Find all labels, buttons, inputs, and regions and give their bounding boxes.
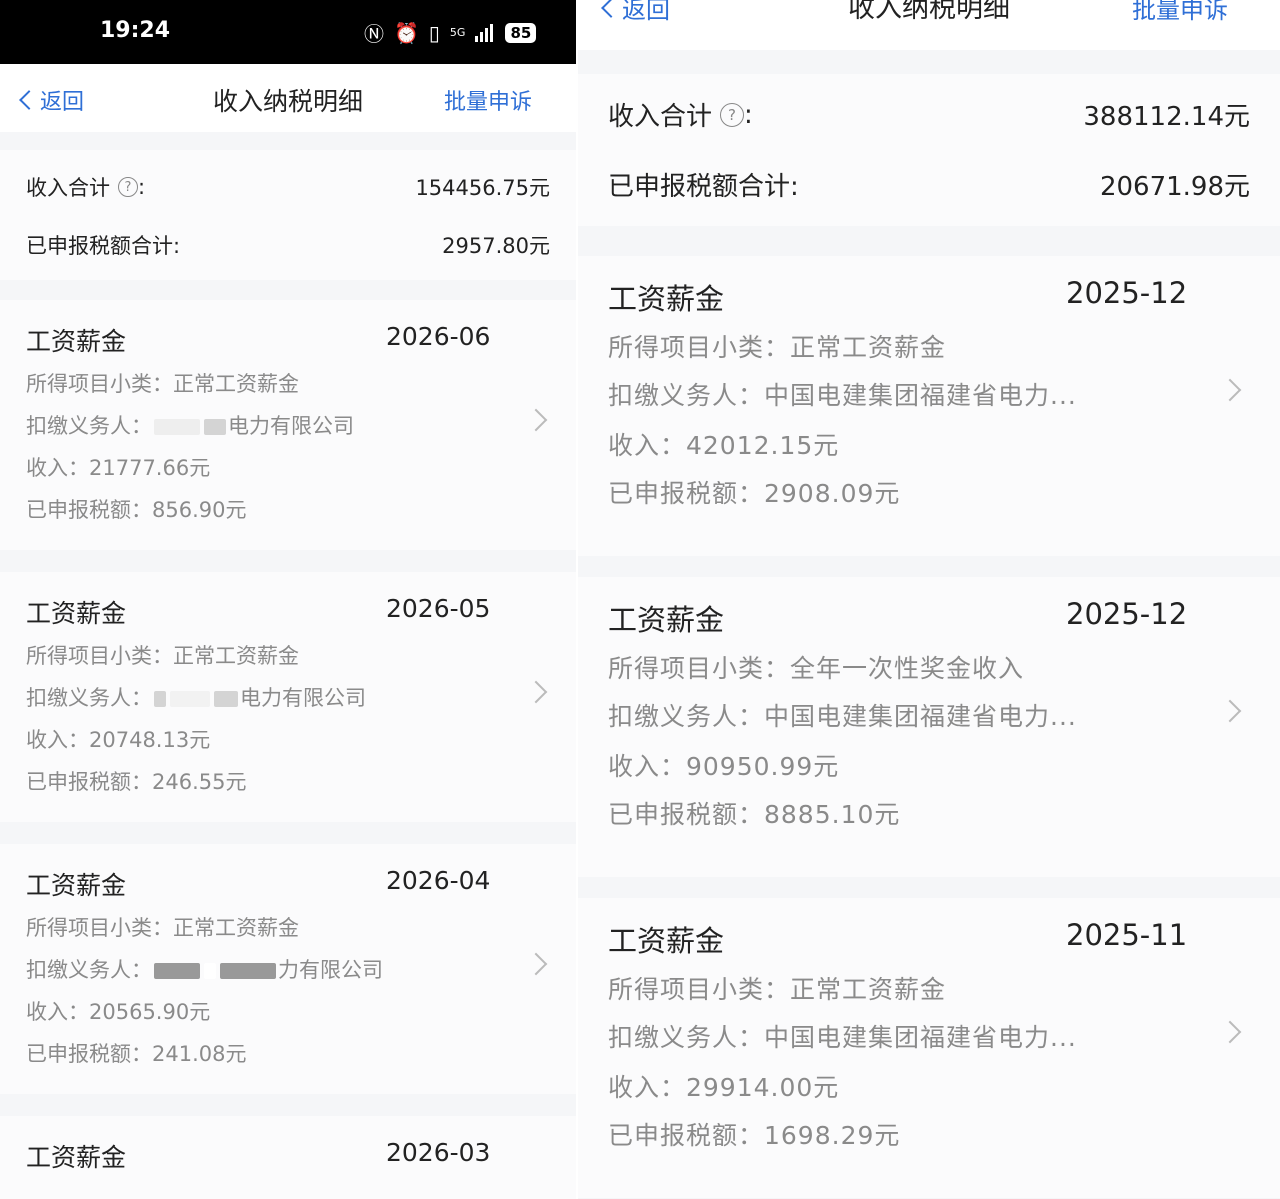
payer-prefix: 扣缴义务人： (26, 958, 152, 982)
left-screenshot: 19:24 Ⓝ ⏰ ▯ 5G 85 返回 收入纳税明细 批量申诉 收入合计 ? … (0, 0, 576, 1199)
record-payer: 扣缴义务人：中国电建集团福建省电力... (608, 1023, 1077, 1052)
signal-icon (475, 23, 494, 42)
record-date: 2026-05 (386, 594, 491, 623)
colon: : (138, 175, 146, 199)
chevron-right-icon (524, 408, 548, 432)
income-total-row: 收入合计 ? : 388112.14元 (578, 96, 1280, 133)
redaction-mask (214, 691, 238, 707)
nfc-icon: Ⓝ (364, 22, 384, 46)
chevron-right-icon (1218, 699, 1242, 723)
redaction-mask (154, 963, 200, 979)
income-total-label: 收入合计 (26, 176, 110, 200)
record-date: 2025-12 (1066, 276, 1188, 310)
record-item[interactable]: 工资薪金 2025-12 所得项目小类：全年一次性奖金收入 扣缴义务人：中国电建… (578, 577, 1280, 877)
right-screenshot: 返回 收入纳税明细 批量申诉 收入合计 ? : 388112.14元 已申报税额… (578, 0, 1280, 1199)
summary-card: 收入合计 ? : 388112.14元 已申报税额合计: 20671.98元 (578, 74, 1280, 226)
income-total-value: 388112.14元 (1083, 102, 1250, 132)
record-payer: 扣缴义务人：中国电建集团福建省电力... (608, 702, 1077, 731)
record-date: 2025-11 (1066, 918, 1188, 952)
record-subtype: 所得项目小类：正常工资薪金 (26, 916, 299, 940)
record-subtype: 所得项目小类：正常工资薪金 (608, 333, 947, 362)
record-income: 收入：29914.00元 (608, 1073, 840, 1102)
record-item[interactable]: 工资薪金 2026-06 所得项目小类：正常工资薪金 扣缴义务人： 电力有限公司 … (0, 300, 576, 550)
status-time: 19:24 (100, 18, 171, 43)
redaction-mask (154, 419, 200, 435)
tax-total-row: 已申报税额合计: 20671.98元 (578, 166, 1280, 203)
nav-bar: 返回 收入纳税明细 批量申诉 (578, 0, 1280, 50)
payer-suffix: 电力有限公司 (228, 414, 354, 438)
record-income: 收入：90950.99元 (608, 752, 840, 781)
record-tax: 已申报税额：2908.09元 (608, 479, 901, 508)
income-total-row: 收入合计 ? : 154456.75元 (0, 172, 576, 202)
redaction-mask (204, 419, 226, 435)
help-icon[interactable]: ? (118, 177, 138, 197)
record-subtype: 所得项目小类：全年一次性奖金收入 (608, 654, 1025, 683)
alarm-icon: ⏰ (394, 20, 419, 45)
tax-total-label: 已申报税额合计: (608, 172, 799, 202)
status-icons: Ⓝ ⏰ ▯ 5G 85 (364, 18, 537, 47)
record-tax: 已申报税额：8885.10元 (608, 800, 901, 829)
tax-total-row: 已申报税额合计: 2957.80元 (0, 230, 576, 260)
summary-card: 收入合计 ? : 154456.75元 已申报税额合计: 2957.80元 (0, 150, 576, 280)
record-payer: 扣缴义务人： 电力有限公司 (26, 682, 366, 712)
record-income: 收入：42012.15元 (608, 431, 840, 460)
record-title: 工资薪金 (26, 599, 127, 628)
record-income: 收入：20565.90元 (26, 1000, 211, 1024)
record-title: 工资薪金 (26, 327, 127, 356)
record-title: 工资薪金 (608, 924, 725, 958)
record-payer: 扣缴义务人： 力有限公司 (26, 954, 383, 984)
record-payer: 扣缴义务人： 电力有限公司 (26, 410, 354, 440)
record-item[interactable]: 工资薪金 2025-11 所得项目小类：正常工资薪金 扣缴义务人：中国电建集团福… (578, 898, 1280, 1198)
record-item[interactable]: 工资薪金 2026-03 (0, 1116, 576, 1199)
record-title: 工资薪金 (608, 603, 725, 637)
colon: : (744, 99, 753, 130)
record-tax: 已申报税额：241.08元 (26, 1042, 247, 1066)
record-date: 2026-06 (386, 322, 491, 351)
help-icon[interactable]: ? (720, 102, 745, 127)
battery-icon: 85 (505, 22, 537, 43)
redaction-mask (154, 691, 166, 707)
chevron-right-icon (524, 680, 548, 704)
income-total-value: 154456.75元 (415, 176, 550, 200)
network-label: 5G (449, 26, 466, 39)
payer-prefix: 扣缴义务人： (26, 686, 152, 710)
batch-appeal-button[interactable]: 批量申诉 (1132, 0, 1228, 25)
record-income: 收入：21777.66元 (26, 456, 211, 480)
chevron-right-icon (1218, 1020, 1242, 1044)
tax-total-value: 20671.98元 (1099, 172, 1250, 202)
payer-suffix: 力有限公司 (278, 958, 383, 982)
record-date: 2026-04 (386, 866, 491, 895)
redaction-mask (204, 963, 216, 979)
record-subtype: 所得项目小类：正常工资薪金 (26, 372, 299, 396)
nav-bar: 返回 收入纳税明细 批量申诉 (0, 64, 576, 132)
redaction-mask (170, 691, 210, 707)
tax-total-label: 已申报税额合计: (26, 234, 181, 258)
record-item[interactable]: 工资薪金 2026-05 所得项目小类：正常工资薪金 扣缴义务人： 电力有限公司 … (0, 572, 576, 822)
vibrate-icon: ▯ (428, 20, 440, 45)
record-item[interactable]: 工资薪金 2026-04 所得项目小类：正常工资薪金 扣缴义务人： 力有限公司 收… (0, 844, 576, 1094)
record-title: 工资薪金 (26, 871, 127, 900)
record-title: 工资薪金 (608, 282, 725, 316)
record-subtype: 所得项目小类：正常工资薪金 (608, 975, 947, 1004)
payer-suffix: 电力有限公司 (240, 686, 366, 710)
status-bar: 19:24 Ⓝ ⏰ ▯ 5G 85 (0, 0, 576, 64)
chevron-right-icon (524, 952, 548, 976)
record-date: 2026-03 (386, 1138, 491, 1167)
record-tax: 已申报税额：856.90元 (26, 498, 247, 522)
record-date: 2025-12 (1066, 597, 1188, 631)
batch-appeal-button[interactable]: 批量申诉 (444, 84, 532, 116)
record-income: 收入：20748.13元 (26, 728, 211, 752)
record-title: 工资薪金 (26, 1143, 127, 1172)
record-item[interactable]: 工资薪金 2025-12 所得项目小类：正常工资薪金 扣缴义务人：中国电建集团福… (578, 256, 1280, 556)
record-tax: 已申报税额：246.55元 (26, 770, 247, 794)
redaction-mask (220, 963, 276, 979)
record-subtype: 所得项目小类：正常工资薪金 (26, 644, 299, 668)
income-total-label: 收入合计 (608, 102, 713, 132)
chevron-right-icon (1218, 378, 1242, 402)
record-payer: 扣缴义务人：中国电建集团福建省电力... (608, 381, 1077, 410)
record-tax: 已申报税额：1698.29元 (608, 1121, 901, 1150)
tax-total-value: 2957.80元 (442, 234, 550, 258)
payer-prefix: 扣缴义务人： (26, 414, 152, 438)
